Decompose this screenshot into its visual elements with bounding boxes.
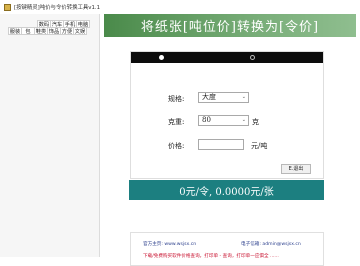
mode-radio-bar bbox=[131, 52, 323, 63]
spec-label: 规格: bbox=[168, 95, 185, 103]
footer-panel: 官方主页: www.wsjsx.cn 电子信箱: admin@wsjsx.cn … bbox=[130, 232, 324, 266]
mode-radio-ton-to-ream[interactable] bbox=[159, 55, 164, 60]
spec-select[interactable]: 大度 ⌄ bbox=[198, 92, 249, 103]
converter-panel: 规格: 大度 ⌄ 克重: 80 ⌄ 克 价格: 元/吨 E.退出 bbox=[130, 51, 324, 179]
price-unit: 元/吨 bbox=[251, 142, 268, 150]
sidebar: 数码 汽车 手机 电脑 服装 包 鞋类 饰品 方便 文娱 bbox=[0, 14, 100, 257]
chevron-down-icon: ⌄ bbox=[241, 117, 246, 123]
gram-unit: 克 bbox=[252, 118, 259, 126]
price-label: 价格: bbox=[168, 142, 185, 150]
sidebar-item-stationery[interactable]: 文娱 bbox=[73, 27, 87, 35]
website-link[interactable]: 官方主页: www.wsjsx.cn bbox=[143, 241, 196, 247]
spec-select-value: 大度 bbox=[202, 93, 216, 101]
promo-text: 下载/免费购买软件价格查询，打印单 - 查询，打印单一应俱全 ...... bbox=[143, 254, 279, 259]
banner: 将纸张[吨位价]转换为[令价] bbox=[104, 14, 356, 37]
title-bar: [按键精灵]吨价与令价转换工具v1.1 bbox=[0, 0, 360, 15]
exit-button[interactable]: E.退出 bbox=[281, 164, 311, 174]
result-display: 0元/令, 0.0000元/张 bbox=[129, 180, 324, 200]
result-text: 0元/令, 0.0000元/张 bbox=[179, 186, 274, 198]
sidebar-item-bag[interactable]: 包 bbox=[21, 27, 35, 35]
app-icon bbox=[4, 3, 11, 11]
mode-radio-ream-to-ton[interactable] bbox=[250, 55, 255, 60]
gram-label: 克重: bbox=[168, 118, 185, 126]
price-input[interactable] bbox=[198, 139, 244, 150]
banner-title: 将纸张[吨位价]转换为[令价] bbox=[140, 20, 320, 35]
sidebar-row-2: 服装 包 鞋类 饰品 方便 文娱 bbox=[8, 27, 87, 35]
email-link[interactable]: 电子信箱: admin@wsjsx.cn bbox=[241, 241, 301, 247]
sidebar-item-convenience[interactable]: 方便 bbox=[60, 27, 74, 35]
main-content: 将纸张[吨位价]转换为[令价] 规格: 大度 ⌄ 克重: 80 ⌄ 克 价格: … bbox=[100, 14, 360, 266]
chevron-down-icon: ⌄ bbox=[241, 94, 246, 100]
sidebar-item-clothing[interactable]: 服装 bbox=[8, 27, 22, 35]
sidebar-item-accessories[interactable]: 饰品 bbox=[47, 27, 61, 35]
gram-select-value: 80 bbox=[202, 116, 211, 124]
sidebar-item-shoes[interactable]: 鞋类 bbox=[34, 27, 48, 35]
gram-select[interactable]: 80 ⌄ bbox=[198, 115, 249, 126]
window-title: [按键精灵]吨价与令价转换工具v1.1 bbox=[14, 5, 101, 11]
